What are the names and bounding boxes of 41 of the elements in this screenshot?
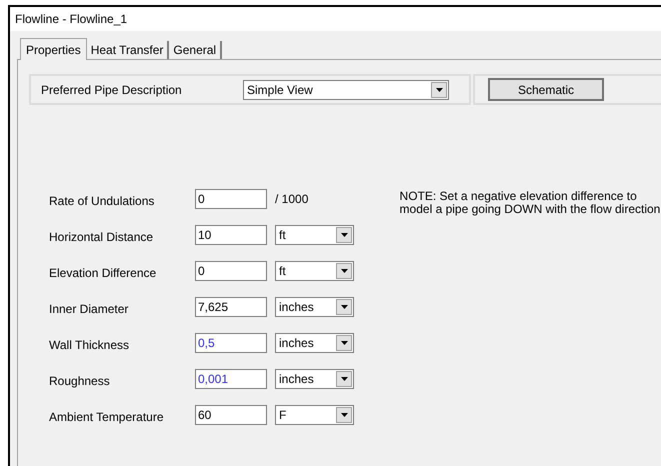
caret-icon	[340, 304, 348, 308]
unit-dropdown[interactable]: inches	[275, 332, 354, 352]
value-input[interactable]: 7,625	[195, 296, 267, 316]
caret-icon	[340, 376, 348, 380]
dropdown-arrow-button[interactable]	[336, 406, 352, 422]
dropdown-arrow-button[interactable]	[336, 370, 352, 386]
field-label: Horizontal Distance	[49, 229, 154, 246]
field-label: Rate of Undulations	[49, 193, 156, 210]
unit-label: / 1000	[275, 190, 308, 208]
value-input[interactable]: 0	[195, 188, 267, 208]
dropdown-arrow-button[interactable]	[336, 226, 352, 242]
unit-dropdown[interactable]: ft	[275, 224, 354, 244]
field-label: Roughness	[49, 373, 111, 390]
caret-icon	[340, 340, 348, 344]
caret-icon	[436, 88, 442, 92]
field-label: Inner Diameter	[49, 301, 130, 318]
dropdown-arrow-button[interactable]	[336, 334, 352, 350]
schematic-button[interactable]: Schematic	[488, 78, 604, 101]
window-title: Flowline - Flowline_1	[10, 7, 661, 31]
unit-dropdown[interactable]: inches	[275, 296, 354, 316]
value-input[interactable]: 10	[195, 224, 267, 244]
caret-icon	[340, 232, 348, 236]
value-input[interactable]: 0,001	[195, 368, 267, 388]
value-input[interactable]: 0	[195, 260, 267, 280]
unit-dropdown[interactable]: ft	[275, 260, 354, 280]
value-input[interactable]: 60	[195, 404, 267, 424]
unit-dropdown[interactable]: inches	[275, 368, 354, 388]
value-input[interactable]: 0,5	[195, 332, 267, 352]
pipe-description-dropdown[interactable]: Simple View	[243, 80, 449, 100]
caret-icon	[340, 268, 348, 272]
field-label: Wall Thickness	[49, 337, 130, 354]
field-label: Elevation Difference	[49, 265, 158, 282]
note-text: NOTE: Set a negative elevation difference to model a pipe going DOWN with the flow direction	[400, 188, 661, 218]
dropdown-arrow-button[interactable]	[431, 82, 447, 98]
field-label: Preferred Pipe Description	[41, 82, 183, 98]
unit-dropdown[interactable]: F	[275, 404, 354, 424]
dropdown-arrow-button[interactable]	[336, 298, 352, 314]
caret-icon	[340, 412, 348, 416]
tab[interactable]: Properties	[20, 38, 87, 60]
dropdown-arrow-button[interactable]	[336, 262, 352, 278]
field-label: Ambient Temperature	[49, 409, 165, 426]
